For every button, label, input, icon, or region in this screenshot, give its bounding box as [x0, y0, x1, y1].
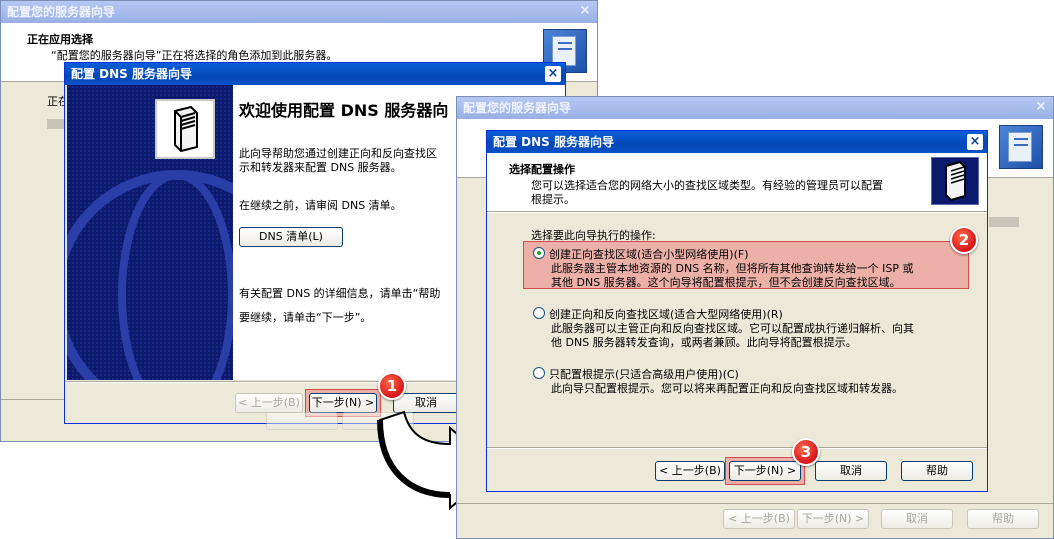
dns-welcome-titlebar: 配置 DNS 服务器向导 × [65, 63, 565, 85]
option-forward-desc-2: 其他 DNS 服务器。这个向导将配置根提示，但不会创建反向查找区域。 [551, 276, 901, 289]
welcome-continue: 要继续，请单击“下一步”。 [239, 311, 372, 324]
option-root-hints-radio[interactable] [533, 367, 545, 379]
bg-wizard-title: 配置您的服务器向导 [7, 5, 116, 19]
step-badge-2: 2 [950, 226, 978, 254]
step-badge-1: 1 [378, 372, 406, 400]
welcome-more-info: 有关配置 DNS 的详细信息，请单击“帮助 [239, 287, 441, 300]
welcome-desc-2: 示和转发器来配置 DNS 服务器。 [239, 161, 402, 174]
config-cancel-button[interactable]: 取消 [815, 461, 887, 481]
welcome-next-button[interactable]: 下一步(N) > [309, 393, 377, 413]
option-forward-radio[interactable] [533, 247, 545, 259]
welcome-review: 在继续之前，请审阅 DNS 清单。 [239, 199, 402, 212]
fg-wizard-titlebar: 配置您的服务器向导 × [457, 97, 1053, 119]
bg-section-title: 正在应用选择 [27, 33, 93, 46]
config-help-button[interactable]: 帮助 [901, 461, 973, 481]
server-icon [155, 99, 215, 159]
bg-section-desc: “配置您的服务器向导”正在将选择的角色添加到此服务器。 [51, 49, 338, 62]
option-root-hints-desc-1: 此向导只配置根提示。您可以将来再配置正向和反向查找区域和转发器。 [551, 382, 903, 395]
welcome-back-button[interactable]: < 上一步(B) [235, 393, 303, 413]
config-section-title: 选择配置操作 [509, 163, 575, 176]
config-next-button[interactable]: 下一步(N) > [729, 461, 801, 481]
fg-progress-bar [989, 217, 1019, 227]
dns-config-title: 配置 DNS 服务器向导 [493, 135, 615, 149]
fg-next-button[interactable]: 下一步(N) > [797, 509, 869, 529]
bg-wizard-titlebar: 配置您的服务器向导 × [1, 1, 597, 23]
config-header: 选择配置操作 您可以选择适合您的网络大小的查找区域类型。有经验的管理员可以配置 … [487, 153, 987, 211]
option-forward-reverse-desc-2: 他 DNS 服务器转发查询，或两者兼顾。此向导将配置根提示。 [551, 336, 857, 349]
fg-wizard-title: 配置您的服务器向导 [463, 101, 572, 115]
config-section-desc-2: 根提示。 [531, 193, 575, 206]
server-icon [931, 157, 979, 205]
close-icon[interactable]: × [577, 4, 593, 20]
wizard-logo-icon [999, 125, 1043, 169]
fg-back-button[interactable]: < 上一步(B) [723, 509, 795, 529]
close-icon[interactable]: × [1033, 100, 1049, 116]
dns-config-dialog: 配置 DNS 服务器向导 × 选择配置操作 您可以选择适合您的网络大小的查找区域… [486, 130, 988, 492]
close-icon[interactable]: × [967, 134, 983, 150]
fg-cancel-button[interactable]: 取消 [881, 509, 953, 529]
welcome-heading: 欢迎使用配置 DNS 服务器向 [239, 101, 449, 120]
config-section-desc-1: 您可以选择适合您的网络大小的查找区域类型。有经验的管理员可以配置 [531, 179, 883, 192]
bg-back-button [266, 412, 338, 430]
dns-config-titlebar: 配置 DNS 服务器向导 × [487, 131, 987, 153]
step-badge-3: 3 [792, 438, 820, 466]
welcome-side-panel [67, 85, 233, 380]
fg-help-button[interactable]: 帮助 [967, 509, 1039, 529]
dns-checklist-button[interactable]: DNS 清单(L) [239, 227, 343, 247]
option-forward-reverse-radio[interactable] [533, 307, 545, 319]
dns-welcome-title: 配置 DNS 服务器向导 [71, 67, 193, 81]
close-icon[interactable]: × [545, 66, 561, 82]
config-back-button[interactable]: < 上一步(B) [655, 461, 725, 481]
